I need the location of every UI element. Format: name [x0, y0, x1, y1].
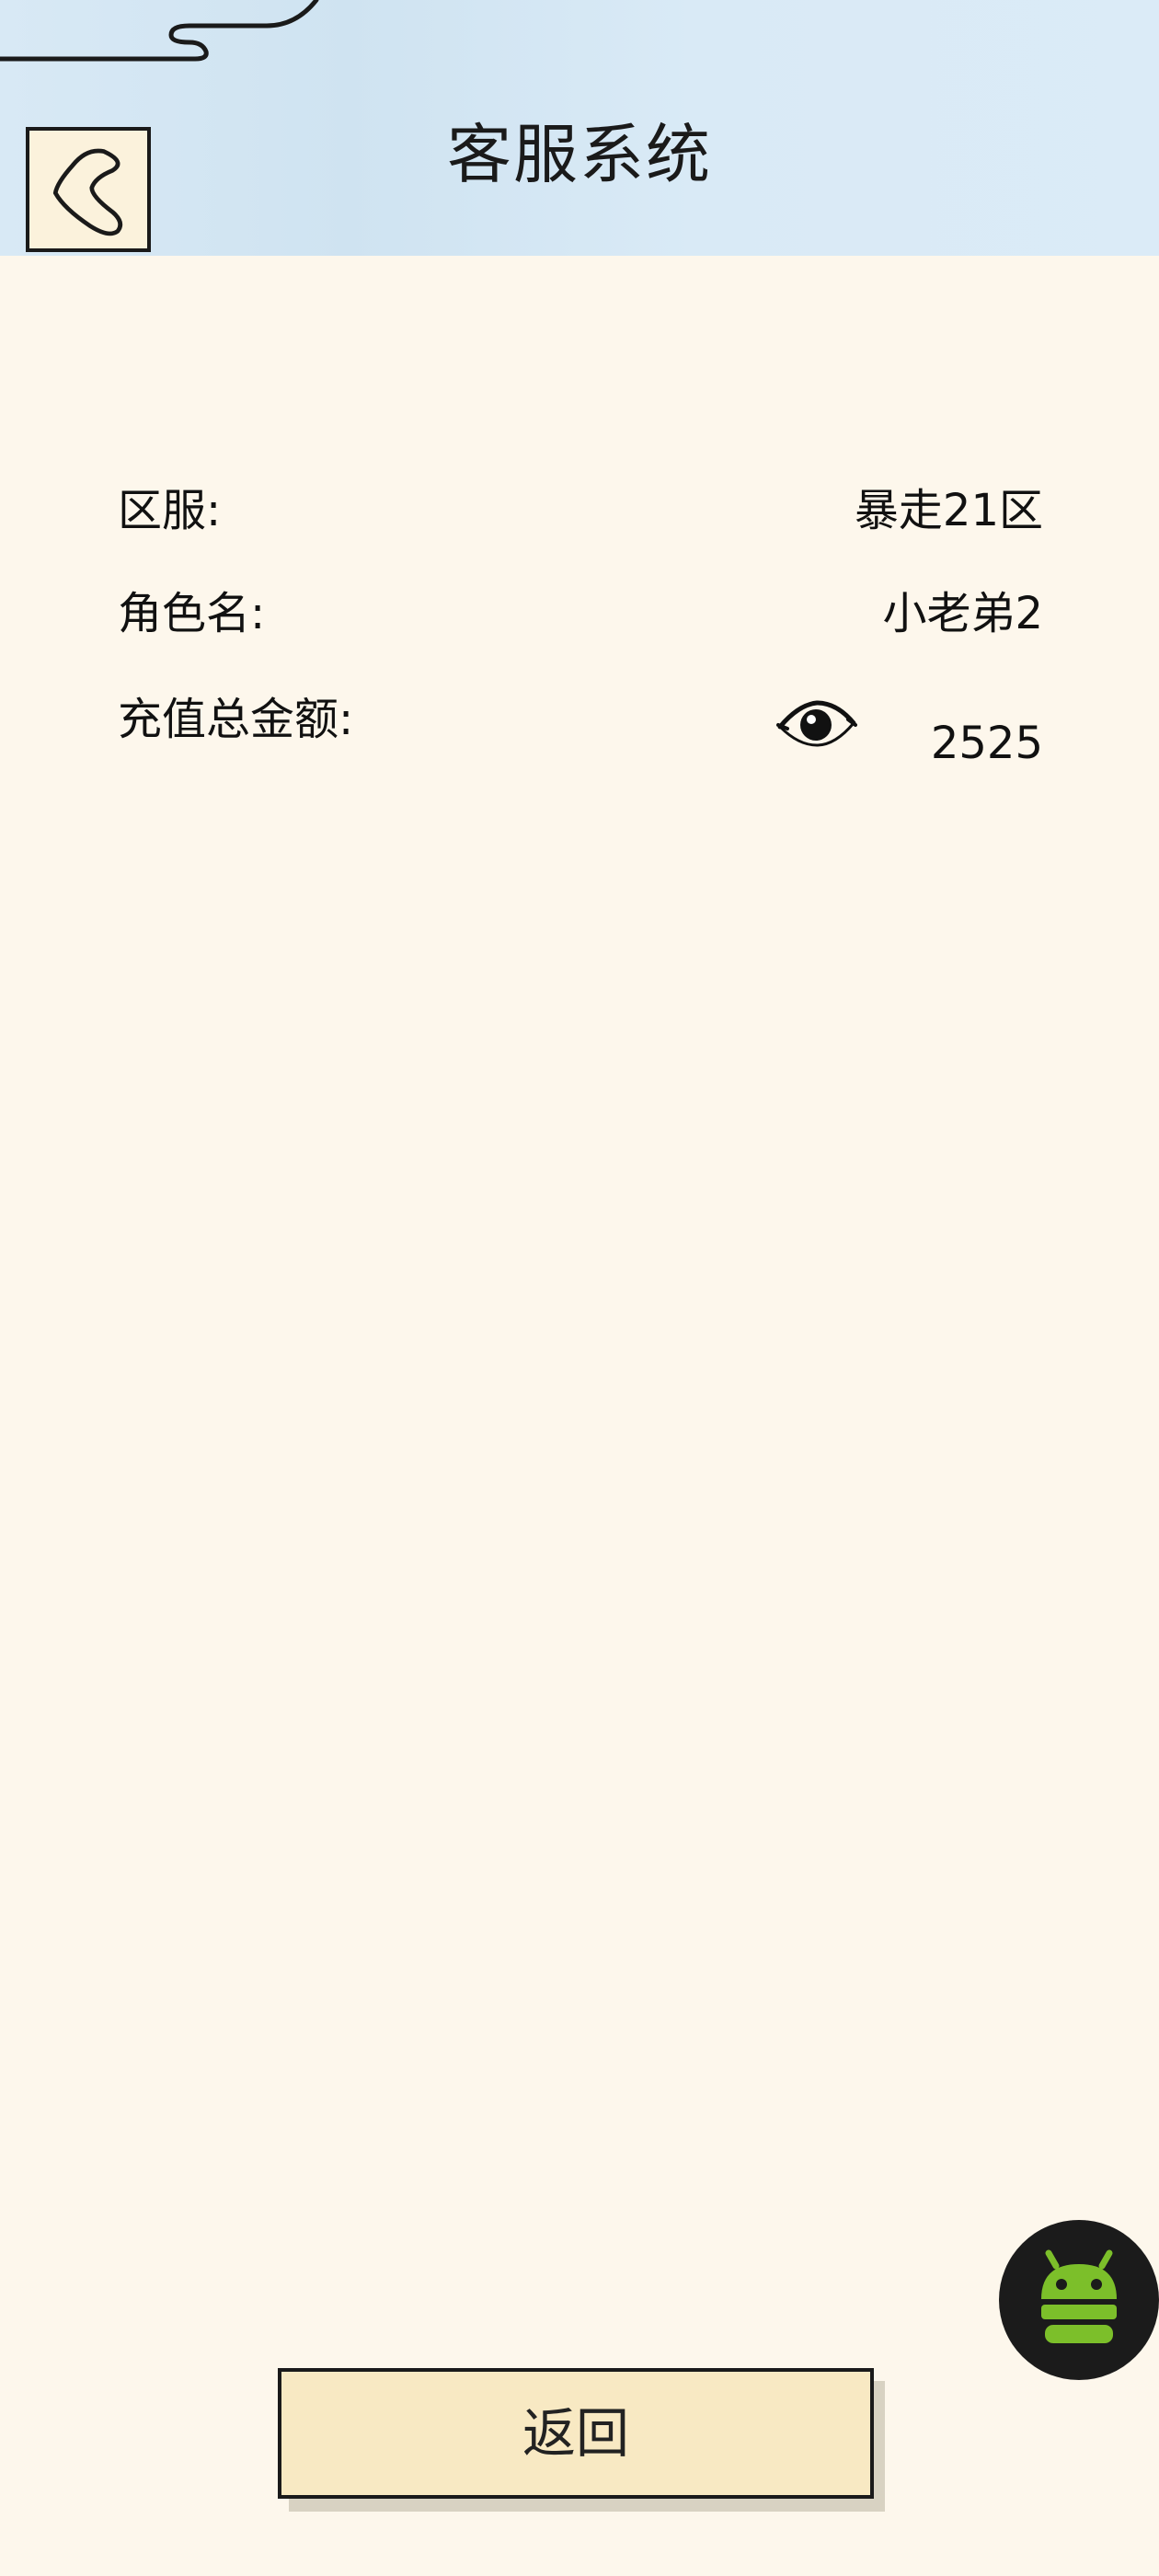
server-value: 暴走21区 [854, 485, 1043, 536]
page-title: 客服系统 [447, 117, 712, 192]
eye-icon [776, 700, 857, 747]
top-header: 客服系统 [0, 0, 1159, 256]
recharge-total-value: 2525 [930, 718, 1043, 769]
return-button[interactable]: 返回 [278, 2368, 874, 2499]
visibility-toggle-button[interactable] [775, 692, 857, 756]
role-name-label: 角色名: [118, 588, 266, 639]
recharge-total-label: 充值总金额: [118, 694, 354, 745]
cloud-decoration-icon [0, 0, 319, 62]
floating-android-button[interactable] [999, 2220, 1159, 2380]
android-robot-icon [1041, 2249, 1117, 2343]
server-label: 区服: [118, 485, 222, 536]
role-name-value: 小老弟2 [882, 588, 1043, 639]
